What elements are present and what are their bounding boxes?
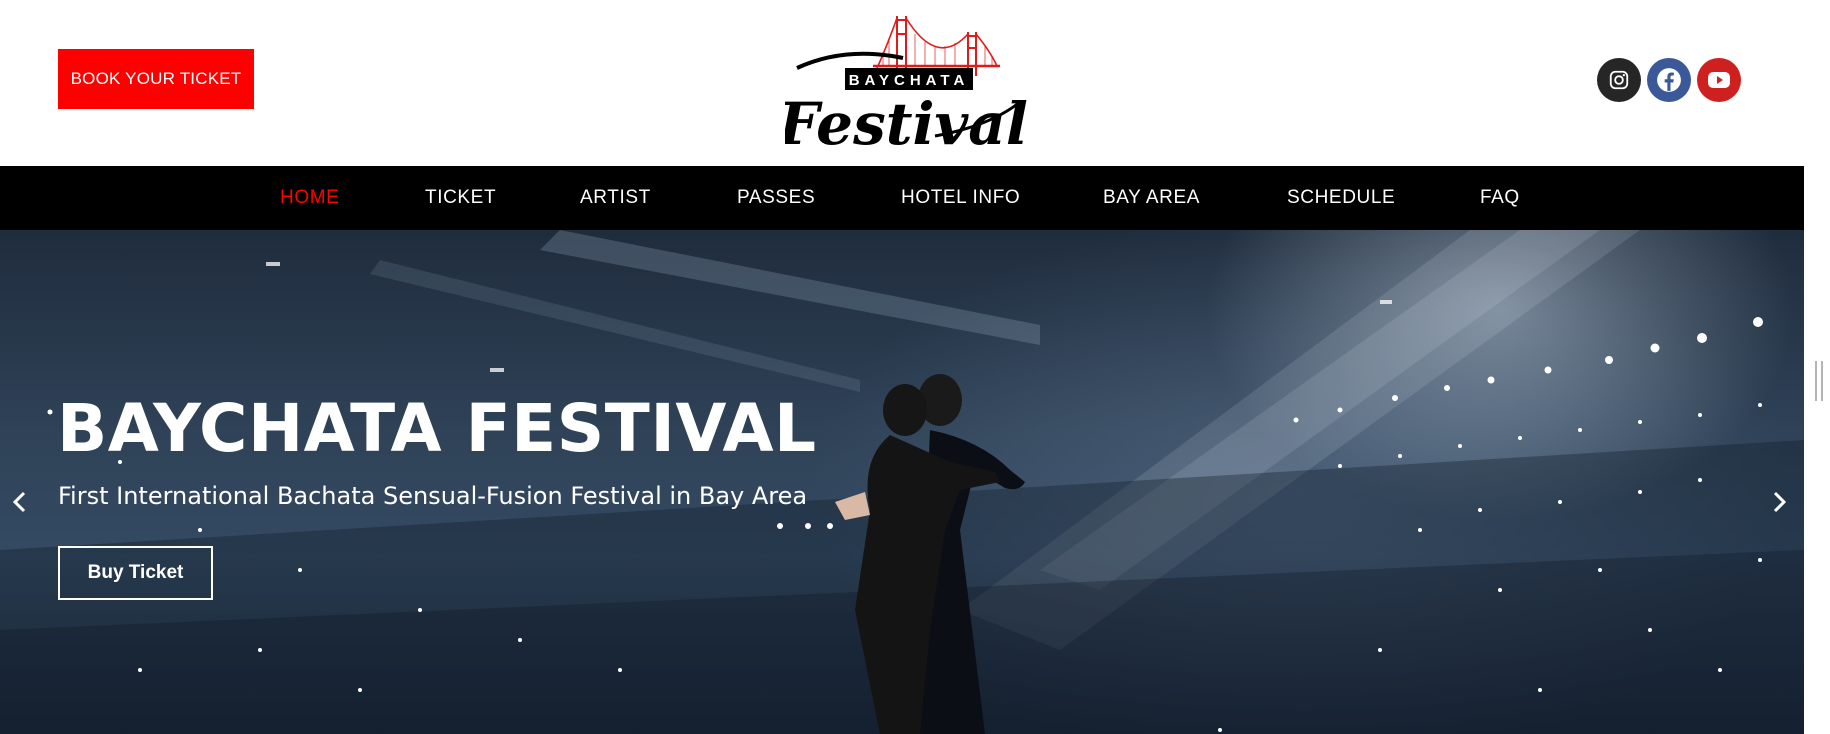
nav-item-ticket[interactable]: TICKET [425,166,496,230]
hero-title: BAYCHATA FESTIVAL [57,390,817,467]
baychata-festival-logo[interactable]: BAYCHATA Festival [785,6,1030,156]
nav-item-bay-area[interactable]: BAY AREA [1103,166,1200,230]
instagram-icon [1609,70,1629,90]
site-header: BOOK YOUR TICKET BAYCHATA Festival [0,0,1804,166]
chevron-right-icon[interactable] [1767,488,1791,516]
nav-item-hotel-info[interactable]: HOTEL INFO [901,166,1020,230]
nav-item-artist[interactable]: ARTIST [580,166,651,230]
nav-item-home[interactable]: HOME [280,166,339,230]
scrollbar-handle[interactable] [1814,361,1824,401]
nav-item-schedule[interactable]: SCHEDULE [1287,166,1395,230]
book-ticket-button[interactable]: BOOK YOUR TICKET [58,49,254,109]
facebook-link[interactable] [1647,58,1691,102]
buy-ticket-button[interactable]: Buy Ticket [58,546,213,600]
logo-script-text: Festival [785,90,1028,156]
facebook-icon [1657,68,1681,92]
chevron-left-icon[interactable] [8,488,32,516]
nav-item-faq[interactable]: FAQ [1480,166,1520,230]
nav-item-passes[interactable]: PASSES [737,166,815,230]
youtube-icon [1708,72,1730,88]
logo-top-text: BAYCHATA [849,72,970,89]
hero-slider: BAYCHATA FESTIVAL First International Ba… [0,230,1804,734]
youtube-link[interactable] [1697,58,1741,102]
hero-subtitle: First International Bachata Sensual-Fusi… [58,482,808,510]
page: BOOK YOUR TICKET BAYCHATA Festival HOME … [0,0,1804,734]
instagram-link[interactable] [1597,58,1641,102]
main-nav: HOME TICKET ARTIST PASSES HOTEL INFO BAY… [0,166,1804,230]
